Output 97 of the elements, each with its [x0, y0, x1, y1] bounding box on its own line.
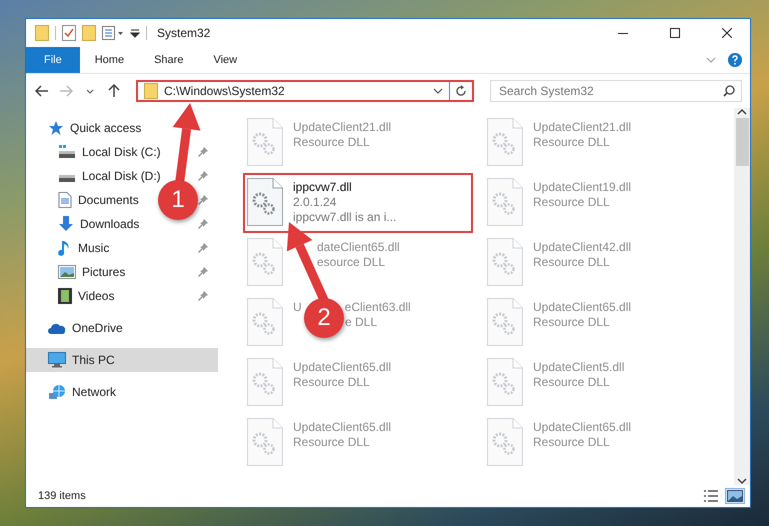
file-name: ippcvw7.dll — [293, 180, 352, 194]
pin-icon[interactable] — [198, 195, 208, 205]
pin-icon[interactable] — [198, 267, 208, 277]
pin-icon[interactable] — [198, 171, 208, 181]
dll-file-icon — [247, 418, 283, 466]
file-name: UpdateClient21.dll — [293, 120, 392, 134]
nav-item[interactable]: Videos — [58, 284, 114, 308]
folder-icon — [144, 83, 158, 99]
file-detail: Resource DLL — [533, 435, 610, 449]
nav-item[interactable]: Pictures — [58, 260, 126, 284]
document-icon — [58, 192, 72, 208]
dll-file-icon — [487, 178, 523, 226]
file-name: UpdateClient65.dll — [293, 360, 392, 374]
nav-item[interactable]: Music — [58, 236, 110, 260]
vertical-scrollbar[interactable] — [734, 108, 750, 485]
pin-icon[interactable] — [198, 219, 208, 229]
cloud-icon — [48, 322, 66, 334]
file-name: UpdateClient5.dll — [533, 360, 624, 374]
search-icon[interactable] — [723, 85, 735, 97]
ribbon-tab[interactable]: View — [198, 47, 252, 73]
nav-item[interactable]: Documents — [58, 188, 139, 212]
file-name: dateClient65.dll — [317, 240, 400, 254]
scroll-up-icon[interactable] — [737, 108, 747, 116]
dll-file-icon — [487, 118, 523, 166]
help-icon[interactable] — [728, 53, 742, 67]
picture-icon — [58, 265, 76, 279]
properties-icon[interactable] — [102, 26, 124, 40]
file-item[interactable]: ippcvw7.dll 2.0.1.24 ippcvw7.dll is an i... — [244, 174, 472, 232]
nav-item[interactable]: Local Disk (C:) — [58, 140, 161, 164]
up-arrow-icon[interactable] — [108, 84, 120, 98]
scroll-down-icon[interactable] — [737, 477, 747, 485]
dll-file-icon — [487, 298, 523, 346]
file-detail: e DLL — [345, 315, 378, 329]
nav-item[interactable]: Network — [48, 380, 116, 404]
tiles-view-button[interactable] — [726, 489, 744, 503]
dll-file-icon — [247, 238, 283, 286]
recent-dropdown-icon[interactable] — [86, 88, 94, 94]
file-name: eClient63.dll — [344, 300, 411, 314]
file-detail: Resource DLL — [533, 315, 610, 329]
window-title: System32 — [157, 26, 210, 40]
network-globe-icon — [48, 384, 66, 400]
file-detail: Resource DLL — [533, 195, 610, 209]
star-icon — [48, 120, 64, 136]
film-icon — [58, 288, 72, 304]
details-view-button[interactable] — [702, 489, 720, 503]
drive-icon — [58, 145, 76, 159]
checklist-icon[interactable] — [62, 25, 76, 41]
back-arrow-icon[interactable] — [35, 85, 49, 97]
maximize-icon — [670, 28, 680, 38]
file-detail: Resource DLL — [533, 375, 610, 389]
details-view-icon — [703, 490, 719, 502]
nav-item[interactable]: Downloads — [58, 212, 140, 236]
file-detail: Resource DLL — [293, 435, 370, 449]
file-detail: Resource DLL — [293, 135, 370, 149]
pin-icon[interactable] — [198, 243, 208, 253]
ribbon-tab[interactable]: File — [26, 47, 80, 73]
file-name: UpdateClient42.dll — [533, 240, 632, 254]
nav-item[interactable]: Quick access — [48, 116, 142, 140]
file-name: UpdateClient19.dll — [533, 180, 632, 194]
file-name: U — [293, 300, 302, 314]
close-icon — [722, 28, 732, 38]
nav-item[interactable]: Local Disk (D:) — [58, 164, 161, 188]
dll-file-icon — [247, 298, 283, 346]
dll-file-icon — [487, 418, 523, 466]
file-name: UpdateClient21.dll — [533, 120, 632, 134]
file-name: UpdateClient65.dll — [293, 420, 392, 434]
item-count: 139 items — [38, 490, 86, 502]
dll-file-icon — [247, 178, 283, 226]
customize-dropdown-icon[interactable] — [130, 28, 140, 38]
file-detail: Resource DLL — [533, 135, 610, 149]
expand-ribbon-icon[interactable] — [706, 57, 716, 63]
file-detail: 2.0.1.24 — [293, 195, 336, 209]
minimize-icon — [618, 32, 628, 34]
file-detail: Resource DLL — [533, 255, 610, 269]
search-field[interactable]: Search System32 — [490, 80, 742, 102]
file-name: UpdateClient65.dll — [533, 300, 632, 314]
ribbon-tab[interactable]: Home — [80, 47, 140, 73]
ribbon-tab[interactable]: Share — [139, 47, 198, 73]
file-detail: ippcvw7.dll is an i... — [293, 210, 396, 224]
dll-file-icon — [247, 358, 283, 406]
dll-file-icon — [247, 118, 283, 166]
pin-icon[interactable] — [198, 147, 208, 157]
download-arrow-icon — [58, 216, 74, 232]
refresh-icon — [455, 85, 467, 97]
pin-icon[interactable] — [198, 291, 208, 301]
dll-file-icon — [487, 238, 523, 286]
scroll-thumb[interactable] — [736, 118, 748, 166]
nav-item[interactable]: This PC — [26, 348, 218, 372]
nav-item[interactable]: OneDrive — [48, 316, 123, 340]
dropdown-chevron-icon[interactable] — [433, 88, 443, 94]
file-detail: esource DLL — [317, 255, 386, 269]
picture-icon — [727, 490, 743, 502]
monitor-icon — [48, 352, 66, 368]
address-bar[interactable]: C:\Windows\System32 — [136, 80, 474, 102]
dll-file-icon — [487, 358, 523, 406]
file-name: UpdateClient65.dll — [533, 420, 632, 434]
file-detail: Resource DLL — [293, 375, 370, 389]
